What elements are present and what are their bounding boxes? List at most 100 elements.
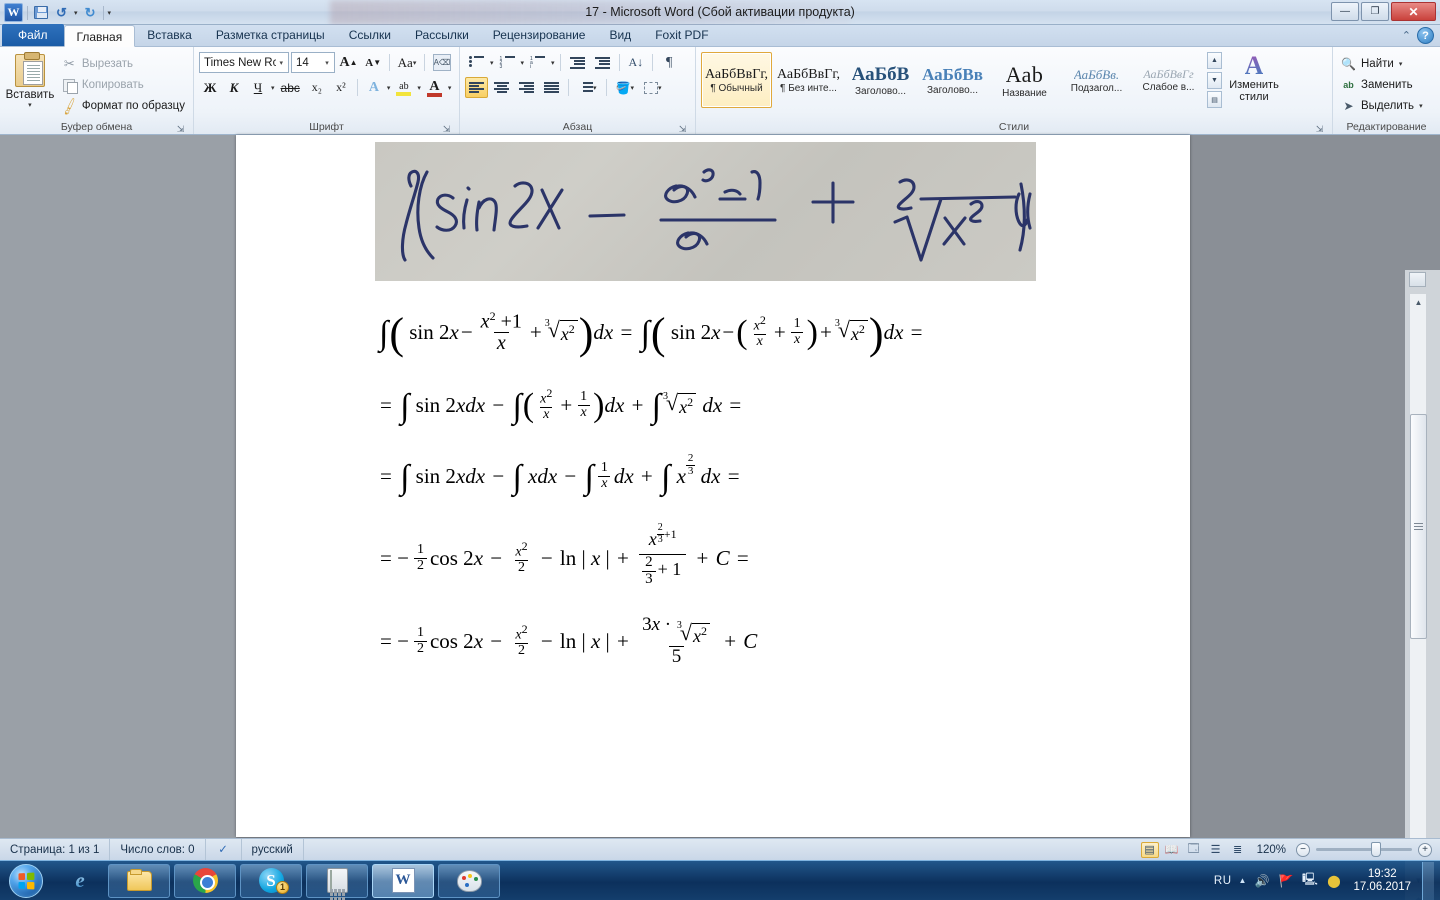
zoom-in-button[interactable]: + [1418, 842, 1432, 857]
zoom-slider[interactable]: − + [1296, 842, 1432, 857]
tab-page-layout[interactable]: Разметка страницы [204, 24, 337, 46]
decrease-indent-button[interactable] [566, 52, 589, 73]
highlight-color-button[interactable]: ab [392, 77, 415, 98]
text-effects-caret-icon[interactable]: ▾ [387, 84, 391, 92]
select-button[interactable]: ➤ Выделить ▾ [1338, 97, 1426, 115]
align-left-button[interactable] [465, 77, 488, 98]
action-center-icon[interactable]: 🖳 [1301, 872, 1318, 889]
start-button[interactable] [0, 862, 52, 900]
align-right-button[interactable] [515, 77, 538, 98]
numbered-list-button[interactable]: 123 [496, 52, 519, 73]
tab-view[interactable]: Вид [597, 24, 643, 46]
underline-button[interactable]: Ч [247, 77, 269, 98]
replace-button[interactable]: ab Заменить [1338, 76, 1426, 94]
taskbar-calculator[interactable] [306, 863, 368, 900]
scroll-up-button[interactable]: ▲ [1410, 294, 1427, 310]
format-painter-button[interactable]: 🖌 Формат по образцу [59, 96, 188, 116]
text-effects-button[interactable]: A [363, 77, 385, 98]
scrollbar-thumb[interactable] [1410, 414, 1427, 639]
volume-icon[interactable]: 🔊 [1253, 872, 1270, 889]
line-spacing-button[interactable]: ▾ [574, 77, 601, 98]
print-layout-view-button[interactable]: ▤ [1140, 841, 1159, 858]
cut-button[interactable]: ✂ Вырезать [59, 55, 188, 73]
taskbar-google-chrome[interactable] [174, 863, 236, 898]
clock[interactable]: 19:32 17.06.2017 [1349, 868, 1415, 894]
equation-2[interactable]: = ∫ sin 2 xdx − ∫ ( x2 x + 1 x ) dx + ∫ … [236, 369, 1190, 441]
font-size-caret-icon[interactable]: ▾ [322, 59, 332, 67]
clear-formatting-button[interactable]: A⌫ [430, 52, 454, 73]
equation-5[interactable]: = − 1 2 cos 2x − x2 2 − ln | x | + 3x · … [236, 605, 1190, 677]
equation-3[interactable]: = ∫ sin 2 xdx − ∫ xdx − ∫ 1 x dx + ∫ x 2… [236, 441, 1190, 511]
ribbon-controls[interactable]: ⌃ ? [1402, 27, 1434, 44]
tab-file[interactable]: Файл [2, 24, 64, 46]
paragraph-dialog-launcher-icon[interactable]: ⇲ [677, 123, 688, 134]
security-icon[interactable]: ⬤ [1325, 872, 1342, 889]
vertical-scroll-column[interactable]: ▲ ▼ ⏶ ◯ ⏷ [1405, 270, 1440, 900]
multilevel-caret-icon[interactable]: ▾ [551, 59, 555, 67]
bold-button[interactable]: Ж [199, 77, 221, 98]
ribbon-tab-bar[interactable]: Файл Главная Вставка Разметка страницы С… [0, 24, 1440, 47]
zoom-thumb[interactable] [1371, 842, 1381, 857]
network-icon[interactable]: 🚩 [1277, 872, 1294, 889]
shrink-font-button[interactable]: A ▼ [362, 52, 384, 73]
equation-4[interactable]: = − 1 2 cos 2x − x2 2 − ln | x | + x 2 3… [236, 511, 1190, 605]
copy-button[interactable]: Копировать [59, 76, 188, 94]
tab-insert[interactable]: Вставка [135, 24, 204, 46]
window-controls[interactable]: — ❐ ✕ [1331, 2, 1436, 21]
proofing-status[interactable]: ✓ [206, 838, 242, 861]
page-indicator[interactable]: Страница: 1 из 1 [0, 838, 111, 861]
show-hidden-icons-icon[interactable]: ▲ [1239, 876, 1247, 885]
close-button[interactable]: ✕ [1391, 2, 1436, 21]
language-indicator-tray[interactable]: RU [1214, 875, 1232, 887]
style-normal[interactable]: АаБбВвГг, ¶ Обычный [701, 52, 772, 108]
change-styles-button[interactable]: A Изменить стили [1223, 52, 1285, 108]
paste-button[interactable]: Вставить ▾ [5, 52, 55, 109]
taskbar-skype[interactable]: S 1 [240, 863, 302, 898]
styles-gallery[interactable]: АаБбВвГг, ¶ Обычный АаБбВвГг, ¶ Без инте… [701, 52, 1285, 108]
styles-more-button[interactable]: ▤ [1207, 91, 1222, 108]
increase-indent-button[interactable] [591, 52, 614, 73]
handwritten-formula-image[interactable] [375, 142, 1036, 281]
word-count[interactable]: Число слов: 0 [110, 838, 206, 861]
grow-font-button[interactable]: A ▲ [337, 52, 360, 73]
highlight-caret-icon[interactable]: ▾ [417, 84, 421, 92]
font-dialog-launcher-icon[interactable]: ⇲ [441, 123, 452, 134]
subscript-button[interactable]: x₂ [306, 77, 328, 98]
draft-view-button[interactable]: ≣ [1229, 842, 1247, 858]
font-size-combo[interactable]: 14 ▾ [291, 52, 335, 73]
change-case-button[interactable]: Aa ▾ [395, 52, 419, 73]
strikethrough-button[interactable]: abc [277, 77, 304, 98]
styles-scroll-down-button[interactable]: ▼ [1207, 71, 1222, 89]
zoom-percentage[interactable]: 120% [1251, 844, 1292, 856]
superscript-button[interactable]: x² [330, 77, 352, 98]
collapse-ribbon-icon[interactable]: ⌃ [1402, 29, 1411, 42]
underline-caret-icon[interactable]: ▾ [271, 84, 275, 92]
select-caret-icon[interactable]: ▾ [1419, 102, 1423, 110]
style-subtitle[interactable]: АаБбВв. Подзагол... [1061, 52, 1132, 108]
zoom-track[interactable] [1316, 842, 1412, 857]
borders-button[interactable]: ▾ [640, 77, 666, 98]
styles-dialog-launcher-icon[interactable]: ⇲ [1314, 123, 1325, 134]
tab-home[interactable]: Главная [63, 25, 136, 47]
style-heading-2[interactable]: АаБбВв Заголово... [917, 52, 988, 108]
tab-review[interactable]: Рецензирование [481, 24, 598, 46]
styles-scroll-controls[interactable]: ▲ ▼ ▤ [1207, 52, 1222, 108]
language-indicator[interactable]: русский [242, 838, 304, 861]
italic-button[interactable]: К [223, 77, 245, 98]
tab-mailings[interactable]: Рассылки [403, 24, 481, 46]
numbering-caret-icon[interactable]: ▾ [521, 59, 525, 67]
shading-button[interactable]: 🪣 ▾ [612, 77, 639, 98]
style-title[interactable]: Ааb Название [989, 52, 1060, 108]
bullet-list-button[interactable] [465, 52, 488, 73]
taskbar-microsoft-word[interactable]: W [372, 863, 434, 898]
taskbar-paint[interactable] [438, 863, 500, 898]
zoom-out-button[interactable]: − [1296, 842, 1310, 857]
maximize-button[interactable]: ❐ [1361, 2, 1389, 21]
font-color-caret-icon[interactable]: ▾ [448, 84, 452, 92]
align-center-button[interactable] [490, 77, 513, 98]
equation-1[interactable]: ∫ ( sin 2x − x2 +1 x + 3 √ x2 ) dx = ∫ ( s [236, 295, 1190, 369]
show-formatting-marks-button[interactable]: ¶ [658, 52, 680, 73]
document-page[interactable]: ∫ ( sin 2x − x2 +1 x + 3 √ x2 ) dx = ∫ ( s [236, 135, 1190, 837]
sort-button[interactable]: A↓ [625, 52, 648, 73]
paste-caret-icon[interactable]: ▾ [28, 101, 32, 109]
